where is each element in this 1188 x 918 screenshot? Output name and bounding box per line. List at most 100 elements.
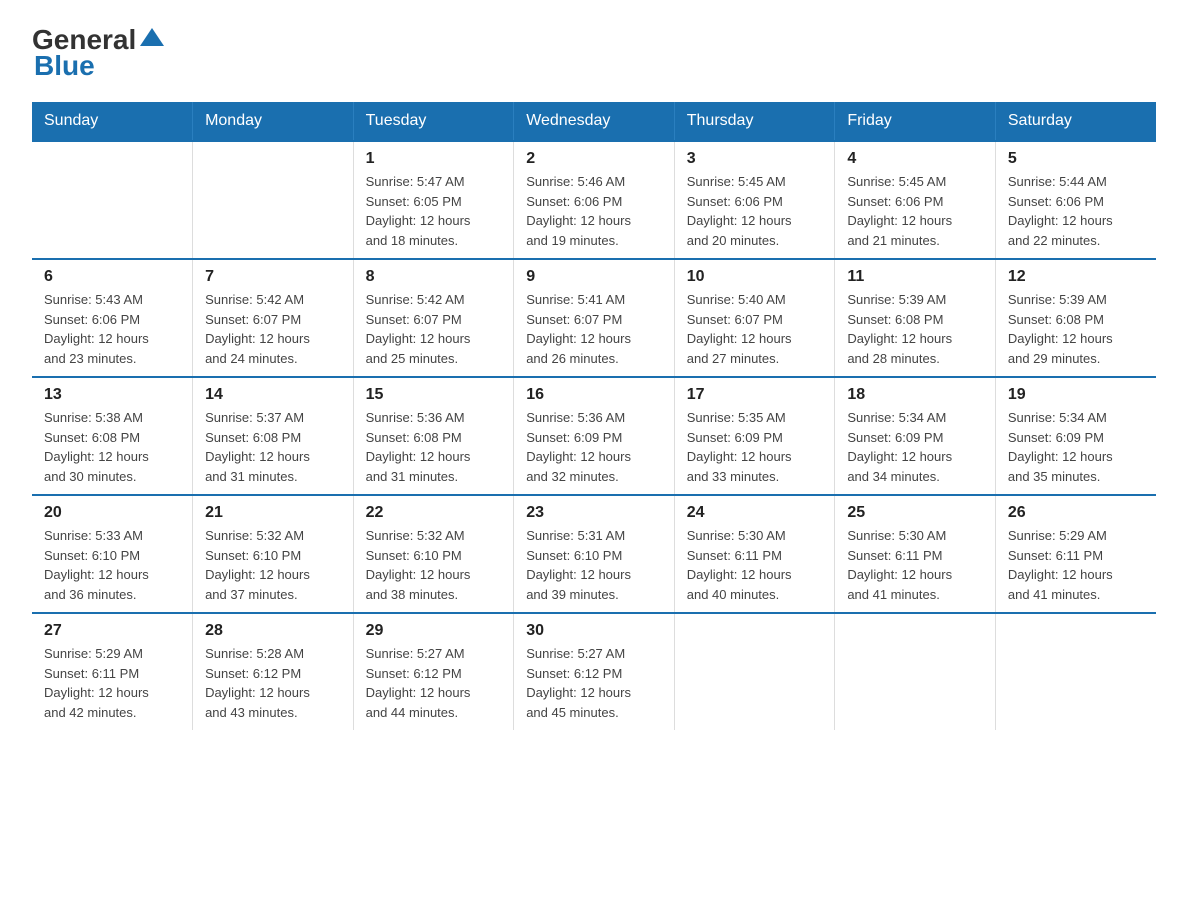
day-info: Sunrise: 5:29 AM Sunset: 6:11 PM Dayligh… [44,644,180,722]
day-number: 6 [44,268,180,286]
day-number: 25 [847,504,983,522]
calendar-header: SundayMondayTuesdayWednesdayThursdayFrid… [32,102,1156,141]
day-info: Sunrise: 5:40 AM Sunset: 6:07 PM Dayligh… [687,290,823,368]
calendar-cell: 10 Sunrise: 5:40 AM Sunset: 6:07 PM Dayli… [674,259,835,377]
day-number: 11 [847,268,983,286]
day-info: Sunrise: 5:38 AM Sunset: 6:08 PM Dayligh… [44,408,180,486]
column-header-sunday: Sunday [32,102,193,141]
logo-icon [138,24,166,52]
day-info: Sunrise: 5:36 AM Sunset: 6:08 PM Dayligh… [366,408,502,486]
week-row-4: 20 Sunrise: 5:33 AM Sunset: 6:10 PM Dayli… [32,495,1156,613]
day-number: 4 [847,150,983,168]
header-row: SundayMondayTuesdayWednesdayThursdayFrid… [32,102,1156,141]
day-number: 22 [366,504,502,522]
day-info: Sunrise: 5:30 AM Sunset: 6:11 PM Dayligh… [687,526,823,604]
day-info: Sunrise: 5:32 AM Sunset: 6:10 PM Dayligh… [205,526,341,604]
day-info: Sunrise: 5:39 AM Sunset: 6:08 PM Dayligh… [1008,290,1144,368]
calendar-cell: 13 Sunrise: 5:38 AM Sunset: 6:08 PM Dayli… [32,377,193,495]
day-info: Sunrise: 5:42 AM Sunset: 6:07 PM Dayligh… [366,290,502,368]
calendar-cell: 4 Sunrise: 5:45 AM Sunset: 6:06 PM Daylig… [835,141,996,259]
day-info: Sunrise: 5:39 AM Sunset: 6:08 PM Dayligh… [847,290,983,368]
day-info: Sunrise: 5:32 AM Sunset: 6:10 PM Dayligh… [366,526,502,604]
day-number: 29 [366,622,502,640]
day-number: 20 [44,504,180,522]
calendar-cell: 29 Sunrise: 5:27 AM Sunset: 6:12 PM Dayli… [353,613,514,730]
calendar-cell: 30Sunrise: 5:27 AM Sunset: 6:12 PM Dayli… [514,613,675,730]
calendar-cell: 20 Sunrise: 5:33 AM Sunset: 6:10 PM Dayli… [32,495,193,613]
day-number: 14 [205,386,341,404]
calendar-cell: 12 Sunrise: 5:39 AM Sunset: 6:08 PM Dayli… [995,259,1156,377]
calendar-cell: 5Sunrise: 5:44 AM Sunset: 6:06 PM Daylig… [995,141,1156,259]
day-number: 16 [526,386,662,404]
day-info: Sunrise: 5:30 AM Sunset: 6:11 PM Dayligh… [847,526,983,604]
day-number: 30 [526,622,662,640]
day-info: Sunrise: 5:43 AM Sunset: 6:06 PM Dayligh… [44,290,180,368]
day-number: 28 [205,622,341,640]
day-info: Sunrise: 5:44 AM Sunset: 6:06 PM Dayligh… [1008,172,1144,250]
day-number: 13 [44,386,180,404]
calendar-cell: 16 Sunrise: 5:36 AM Sunset: 6:09 PM Dayli… [514,377,675,495]
day-info: Sunrise: 5:47 AM Sunset: 6:05 PM Dayligh… [366,172,502,250]
calendar-cell [674,613,835,730]
calendar-body: 1 Sunrise: 5:47 AM Sunset: 6:05 PM Daylig… [32,141,1156,730]
column-header-wednesday: Wednesday [514,102,675,141]
calendar-cell: 24 Sunrise: 5:30 AM Sunset: 6:11 PM Dayli… [674,495,835,613]
day-number: 18 [847,386,983,404]
calendar-cell: 28 Sunrise: 5:28 AM Sunset: 6:12 PM Dayli… [193,613,354,730]
day-number: 23 [526,504,662,522]
column-header-monday: Monday [193,102,354,141]
day-info: Sunrise: 5:31 AM Sunset: 6:10 PM Dayligh… [526,526,662,604]
day-number: 21 [205,504,341,522]
calendar-cell: 1 Sunrise: 5:47 AM Sunset: 6:05 PM Daylig… [353,141,514,259]
day-number: 26 [1008,504,1144,522]
calendar-cell: 26 Sunrise: 5:29 AM Sunset: 6:11 PM Dayli… [995,495,1156,613]
day-info: Sunrise: 5:45 AM Sunset: 6:06 PM Dayligh… [687,172,823,250]
day-number: 24 [687,504,823,522]
week-row-1: 1 Sunrise: 5:47 AM Sunset: 6:05 PM Daylig… [32,141,1156,259]
column-header-friday: Friday [835,102,996,141]
calendar-cell: 6 Sunrise: 5:43 AM Sunset: 6:06 PM Daylig… [32,259,193,377]
day-info: Sunrise: 5:46 AM Sunset: 6:06 PM Dayligh… [526,172,662,250]
day-number: 1 [366,150,502,168]
day-number: 7 [205,268,341,286]
calendar-cell: 2 Sunrise: 5:46 AM Sunset: 6:06 PM Daylig… [514,141,675,259]
calendar-cell: 3 Sunrise: 5:45 AM Sunset: 6:06 PM Daylig… [674,141,835,259]
day-info: Sunrise: 5:27 AM Sunset: 6:12 PM Dayligh… [366,644,502,722]
day-info: Sunrise: 5:34 AM Sunset: 6:09 PM Dayligh… [1008,408,1144,486]
calendar-cell: 27Sunrise: 5:29 AM Sunset: 6:11 PM Dayli… [32,613,193,730]
day-info: Sunrise: 5:36 AM Sunset: 6:09 PM Dayligh… [526,408,662,486]
calendar-cell [835,613,996,730]
day-number: 10 [687,268,823,286]
day-number: 17 [687,386,823,404]
day-number: 19 [1008,386,1144,404]
day-info: Sunrise: 5:34 AM Sunset: 6:09 PM Dayligh… [847,408,983,486]
day-info: Sunrise: 5:45 AM Sunset: 6:06 PM Dayligh… [847,172,983,250]
week-row-3: 13 Sunrise: 5:38 AM Sunset: 6:08 PM Dayli… [32,377,1156,495]
calendar-cell: 17Sunrise: 5:35 AM Sunset: 6:09 PM Dayli… [674,377,835,495]
logo: General Blue [32,24,166,82]
logo-blue: Blue [34,50,95,82]
day-info: Sunrise: 5:29 AM Sunset: 6:11 PM Dayligh… [1008,526,1144,604]
calendar-cell: 21 Sunrise: 5:32 AM Sunset: 6:10 PM Dayli… [193,495,354,613]
calendar-table: SundayMondayTuesdayWednesdayThursdayFrid… [32,102,1156,730]
calendar-cell [995,613,1156,730]
calendar-cell: 22 Sunrise: 5:32 AM Sunset: 6:10 PM Dayli… [353,495,514,613]
calendar-cell: 14 Sunrise: 5:37 AM Sunset: 6:08 PM Dayli… [193,377,354,495]
week-row-2: 6 Sunrise: 5:43 AM Sunset: 6:06 PM Daylig… [32,259,1156,377]
calendar-cell: 18 Sunrise: 5:34 AM Sunset: 6:09 PM Dayli… [835,377,996,495]
calendar-cell: 7Sunrise: 5:42 AM Sunset: 6:07 PM Daylig… [193,259,354,377]
calendar-cell: 8Sunrise: 5:42 AM Sunset: 6:07 PM Daylig… [353,259,514,377]
day-info: Sunrise: 5:37 AM Sunset: 6:08 PM Dayligh… [205,408,341,486]
day-info: Sunrise: 5:28 AM Sunset: 6:12 PM Dayligh… [205,644,341,722]
day-number: 12 [1008,268,1144,286]
calendar-cell: 11 Sunrise: 5:39 AM Sunset: 6:08 PM Dayli… [835,259,996,377]
day-info: Sunrise: 5:41 AM Sunset: 6:07 PM Dayligh… [526,290,662,368]
page-header: General Blue [32,24,1156,82]
week-row-5: 27Sunrise: 5:29 AM Sunset: 6:11 PM Dayli… [32,613,1156,730]
day-number: 3 [687,150,823,168]
day-info: Sunrise: 5:33 AM Sunset: 6:10 PM Dayligh… [44,526,180,604]
day-number: 2 [526,150,662,168]
column-header-thursday: Thursday [674,102,835,141]
calendar-cell [32,141,193,259]
calendar-cell: 19 Sunrise: 5:34 AM Sunset: 6:09 PM Dayli… [995,377,1156,495]
